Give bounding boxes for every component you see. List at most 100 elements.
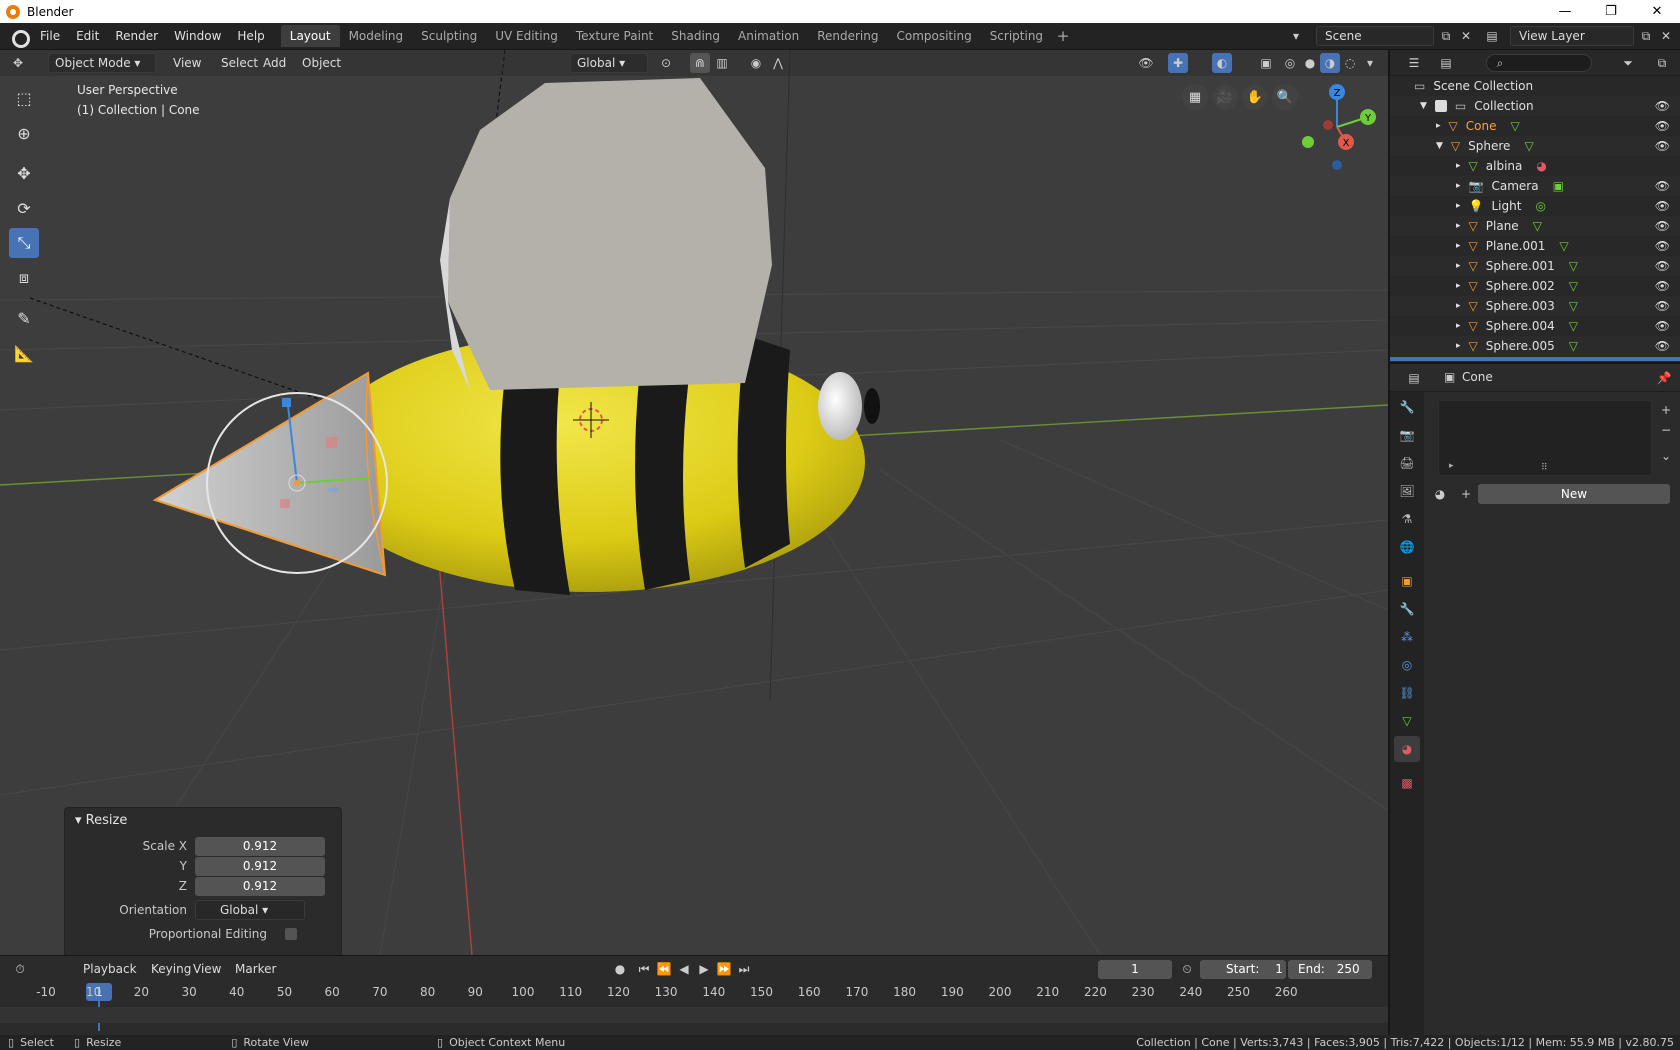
filter-icon[interactable]: ⏷ (1618, 53, 1638, 73)
object-data-icon[interactable]: ▽ (1510, 119, 1519, 133)
timeline-ruler[interactable]: 1 -10 10 20 30 40 50 60 70 80 90 100 110 120 130 140 15… (0, 983, 1388, 1007)
outliner-row-sphere-001[interactable]: ▸ ▽ Sphere.001 ▽ 👁 (1390, 256, 1680, 276)
pin-icon[interactable]: 📌 (1654, 368, 1674, 388)
new-collection-icon[interactable]: ⧉ (1652, 53, 1672, 73)
object-data-icon[interactable]: ◎ (1535, 199, 1545, 213)
collection-checkbox[interactable] (1434, 100, 1447, 112)
expand-collection-icon[interactable]: ▼ (1420, 101, 1427, 111)
outliner-row-collection[interactable]: ▼ ▭ Collection 👁 (1390, 96, 1680, 116)
eye-icon[interactable]: 👁 (1655, 339, 1670, 353)
preview-range-icon[interactable]: ⏲ (1177, 959, 1197, 979)
tab-compositing[interactable]: Compositing (887, 25, 980, 47)
object-data-icon[interactable]: ▣ (1553, 179, 1564, 193)
eye-icon[interactable]: 👁 (1655, 99, 1670, 113)
viewport-menu-view[interactable]: View (166, 53, 208, 73)
prev-keyframe-icon[interactable]: ⏪ (654, 959, 674, 979)
tab-sculpting[interactable]: Sculpting (412, 25, 486, 47)
gizmo-toggle-icon[interactable]: ✚ (1168, 53, 1188, 73)
eye-icon[interactable]: 👁 (1655, 279, 1670, 293)
next-keyframe-icon[interactable]: ⏩ (714, 959, 734, 979)
annotate-tool-icon[interactable]: ✎ (9, 303, 39, 333)
tab-animation[interactable]: Animation (729, 25, 808, 47)
transform-orientation-dropdown[interactable]: Global ▾ (570, 53, 648, 73)
timeline-menu-marker[interactable]: Marker (228, 959, 283, 979)
add-workspace-button[interactable]: + (1052, 27, 1074, 45)
texture-properties-tab-icon[interactable]: ▩ (1394, 770, 1420, 796)
display-mode-icon[interactable]: ▤ (1436, 53, 1456, 73)
output-properties-tab-icon[interactable]: 🖨 (1394, 450, 1420, 476)
menu-help[interactable]: Help (229, 23, 272, 50)
move-tool-icon[interactable]: ✥ (9, 158, 39, 188)
material-data-icon[interactable]: ◕ (1536, 159, 1546, 173)
eye-icon[interactable]: 👁 (1655, 319, 1670, 333)
menu-edit[interactable]: Edit (68, 23, 107, 50)
expand-icon[interactable]: ▸ (1456, 241, 1461, 251)
particles-tab-icon[interactable]: ⁂ (1394, 624, 1420, 650)
eye-icon[interactable]: 👁 (1655, 139, 1670, 153)
outliner-row-plane-001[interactable]: ▸ ▽ Plane.001 ▽ 👁 (1390, 236, 1680, 256)
eye-icon[interactable]: 👁 (1655, 219, 1670, 233)
tab-uv-editing[interactable]: UV Editing (486, 25, 567, 47)
expand-icon[interactable]: ▸ (1456, 281, 1461, 291)
object-data-icon[interactable]: ▽ (1569, 299, 1578, 313)
jump-end-icon[interactable]: ⏭ (734, 959, 754, 979)
view-layer-tab-icon[interactable]: 🖼 (1394, 478, 1420, 504)
play-icon[interactable]: ▶ (694, 959, 714, 979)
modifier-properties-tab-icon[interactable]: 🔧 (1394, 596, 1420, 622)
eye-icon[interactable]: 👁 (1655, 239, 1670, 253)
menu-render[interactable]: Render (107, 23, 166, 50)
outliner-row-sphere-002[interactable]: ▸ ▽ Sphere.002 ▽ 👁 (1390, 276, 1680, 296)
tab-rendering[interactable]: Rendering (808, 25, 887, 47)
expand-icon[interactable]: ▸ (1456, 201, 1461, 211)
tab-shading[interactable]: Shading (662, 25, 729, 47)
resize-panel-header[interactable]: ▾ Resize (65, 808, 341, 834)
expand-icon[interactable]: ▼ (1436, 141, 1443, 151)
object-data-icon[interactable]: ▽ (1569, 279, 1578, 293)
mode-dropdown[interactable]: Object Mode ▾ (48, 53, 156, 73)
outliner-row-light[interactable]: ▸ 💡 Light ◎ 👁 (1390, 196, 1680, 216)
jump-start-icon[interactable]: ⏮ (634, 959, 654, 979)
expand-icon[interactable]: ▸ (1456, 301, 1461, 311)
object-data-icon[interactable]: ▽ (1533, 219, 1542, 233)
solid-shading-icon[interactable]: ● (1300, 53, 1320, 73)
transform-tool-icon[interactable]: ⧈ (9, 263, 39, 293)
render-properties-tab-icon[interactable]: 📷 (1394, 422, 1420, 448)
list-resize-handle-icon[interactable]: ⠿ (1541, 463, 1548, 473)
wireframe-shading-icon[interactable]: ◎ (1280, 53, 1300, 73)
outliner-row-cone[interactable]: ▸ ▽ Cone ▽ 👁 (1390, 116, 1680, 136)
expand-icon[interactable]: ▸ (1456, 161, 1461, 171)
scale-z-field[interactable]: 0.912 (195, 876, 325, 896)
new-view-layer-icon[interactable]: ⧉ (1636, 26, 1656, 46)
orientation-dropdown[interactable]: Global ▾ (195, 900, 305, 920)
viewport-menu-add[interactable]: Add (256, 53, 293, 73)
object-data-icon[interactable]: ▽ (1569, 339, 1578, 353)
editor-type-icon[interactable]: ✥ (8, 53, 28, 73)
scale-y-field[interactable]: 0.912 (195, 856, 325, 876)
proportional-edit-icon[interactable]: ◉ (746, 53, 766, 73)
object-data-icon[interactable]: ▽ (1569, 259, 1578, 273)
scene-properties-tab-icon[interactable]: ⚗ (1394, 506, 1420, 532)
record-icon[interactable]: ● (610, 959, 630, 979)
timeline-track[interactable] (0, 1007, 1388, 1023)
browse-material-icon[interactable]: ◕ (1430, 484, 1450, 504)
snap-icon[interactable]: ⋒ (690, 53, 710, 73)
play-reverse-icon[interactable]: ◀ (674, 959, 694, 979)
close-button[interactable]: ✕ (1634, 0, 1680, 23)
scene-name-field[interactable]: Scene (1316, 26, 1434, 46)
camera-view-icon[interactable]: 🎥 (1212, 84, 1238, 110)
material-properties-tab-icon[interactable]: ◕ (1394, 736, 1420, 762)
toggle-grid-view-icon[interactable]: ▦ (1182, 84, 1208, 110)
end-frame-field[interactable]: End: 250 (1288, 960, 1372, 979)
eye-icon[interactable]: 👁 (1655, 259, 1670, 273)
visibility-icon[interactable]: 👁 (1136, 53, 1156, 73)
minimize-button[interactable]: — (1542, 0, 1588, 23)
remove-material-slot-icon[interactable]: − (1656, 420, 1676, 440)
menu-window[interactable]: Window (166, 23, 229, 50)
tab-layout[interactable]: Layout (280, 25, 340, 47)
select-box-tool-icon[interactable]: ⬚ (9, 83, 39, 113)
blender-menu-icon[interactable] (10, 28, 30, 48)
outliner-row-sphere-004[interactable]: ▸ ▽ Sphere.004 ▽ 👁 (1390, 316, 1680, 336)
tool-properties-tab-icon[interactable]: 🔧 (1394, 394, 1420, 420)
outliner-row-camera[interactable]: ▸ 📷 Camera ▣ 👁 (1390, 176, 1680, 196)
scale-tool-icon[interactable]: ⤡ (9, 228, 39, 258)
